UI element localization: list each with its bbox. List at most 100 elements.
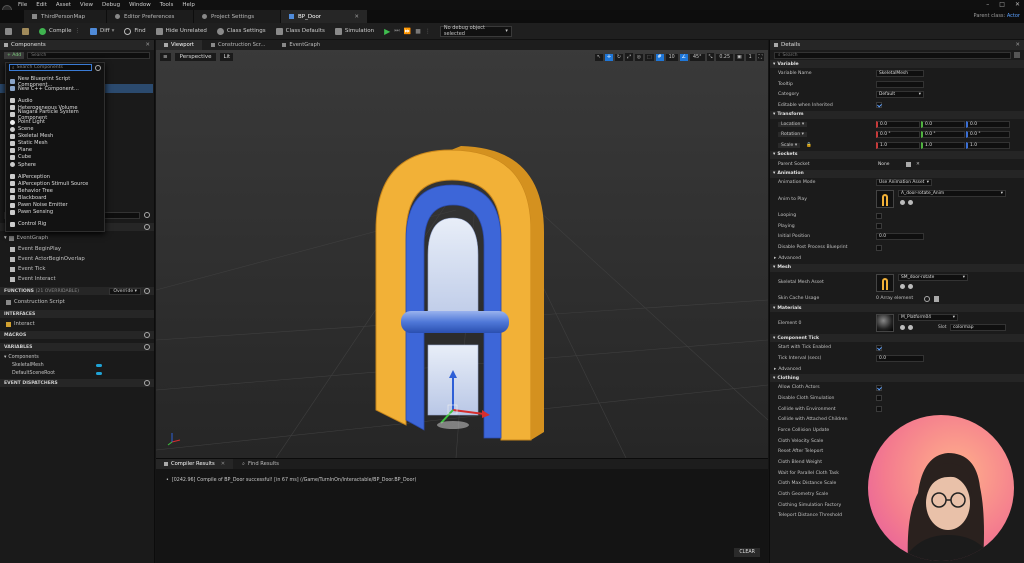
dropdown-item-new-blueprint[interactable]: New Blueprint Script Component...	[6, 76, 104, 88]
tab-compiler-results[interactable]: Compiler Results ✕	[156, 459, 234, 469]
scale-mode-icon[interactable]: ⤢	[624, 53, 633, 61]
event-item[interactable]: Event Tick	[0, 264, 45, 274]
diff-button[interactable]: Diff ▾	[85, 23, 119, 40]
tab-find-results[interactable]: ⌕ Find Results	[234, 459, 288, 469]
add-variable-icon[interactable]	[144, 344, 150, 350]
interfaces-section[interactable]: INTERFACES	[0, 310, 154, 318]
tab-project-settings[interactable]: Project Settings	[194, 10, 280, 23]
mesh-thumbnail[interactable]	[876, 273, 894, 292]
debug-object-select[interactable]: No debug object selected ▾	[439, 25, 512, 37]
event-item[interactable]: Event ActorBeginOverlap	[0, 254, 85, 264]
rotation-x[interactable]: 0.0 °	[876, 131, 920, 139]
dropdown-item-niagara[interactable]: Niagara Particle System Component	[6, 109, 104, 121]
simulation-button[interactable]: Simulation	[330, 23, 379, 40]
animation-advanced[interactable]: ▸ Advanced	[770, 253, 1024, 264]
animation-mode-select[interactable]: Use Animation Asset ▾	[876, 179, 932, 187]
angle-snap-value[interactable]: 45°	[689, 53, 705, 61]
looping-checkbox[interactable]	[876, 212, 882, 219]
dropdown-search-input[interactable]: ⌕ Search Components	[9, 64, 92, 71]
components-search-input[interactable]: Search	[27, 51, 150, 59]
disable-post-checkbox[interactable]	[876, 244, 882, 251]
variable-item[interactable]: DefaultSceneRoot	[0, 368, 154, 378]
surface-snap-icon[interactable]: ⬚	[644, 53, 654, 61]
location-z[interactable]: 0.0	[966, 120, 1010, 128]
angle-snap-toggle[interactable]: ∠	[679, 53, 688, 61]
browse-asset-icon[interactable]	[900, 325, 905, 331]
world-space-icon[interactable]: ◎	[634, 53, 643, 61]
location-x[interactable]: 0.0	[876, 120, 920, 128]
camera-speed-icon[interactable]: ▣	[735, 53, 744, 61]
add-element-icon[interactable]	[924, 295, 930, 302]
stop-icon[interactable]: ■	[415, 28, 421, 35]
camera-speed-value[interactable]: 1	[745, 53, 755, 61]
menu-help[interactable]: Help	[182, 2, 195, 8]
close-window-icon[interactable]: ✕	[1015, 1, 1020, 8]
browse-asset-icon[interactable]	[900, 200, 905, 206]
perspective-button[interactable]: Perspective	[174, 53, 217, 61]
category-transform[interactable]: ▾ Transform	[770, 110, 1024, 119]
clothing-checkbox[interactable]	[876, 395, 882, 402]
menu-window[interactable]: Window	[129, 2, 151, 8]
expand-icon[interactable]: ▾	[4, 235, 7, 241]
tooltip-input[interactable]	[876, 80, 924, 88]
dropdown-item-aiperception-stimuli[interactable]: AIPerception Stimuli Source	[6, 180, 104, 187]
dropdown-item-skeletal-mesh[interactable]: Skeletal Mesh	[6, 133, 104, 140]
use-asset-icon[interactable]	[908, 200, 913, 206]
compile-button[interactable]: Compile ⋮	[34, 23, 85, 40]
add-component-button[interactable]: + Add	[4, 51, 25, 59]
dropdown-item-static-mesh[interactable]: Static Mesh	[6, 140, 104, 147]
rotate-mode-icon[interactable]: ↻	[614, 53, 623, 61]
menu-debug[interactable]: Debug	[102, 2, 120, 8]
variable-name-input[interactable]: SkeletalMesh	[876, 69, 924, 77]
dropdown-item-pawn-sensing[interactable]: Pawn Sensing	[6, 209, 104, 216]
parent-class-link[interactable]: Actor	[1007, 13, 1020, 19]
play-options-icon[interactable]: ⋮	[425, 28, 431, 35]
dropdown-item-cube[interactable]: Cube	[6, 154, 104, 161]
dropdown-item-behavior-tree[interactable]: Behavior Tree	[6, 187, 104, 194]
browse-button[interactable]	[17, 23, 34, 40]
dropdown-item-blackboard[interactable]: Blackboard	[6, 194, 104, 201]
tab-bp-door[interactable]: BP_Door ✕	[281, 10, 367, 23]
menu-edit[interactable]: Edit	[36, 2, 47, 8]
location-y[interactable]: 0.0	[921, 120, 965, 128]
material-thumbnail[interactable]	[876, 314, 894, 333]
menu-asset[interactable]: Asset	[56, 2, 71, 8]
translate-mode-icon[interactable]: ✛	[604, 53, 613, 61]
find-button[interactable]: Find	[119, 23, 150, 40]
browse-asset-icon[interactable]	[900, 283, 905, 289]
grid-snap-value[interactable]: 10	[665, 53, 678, 61]
add-function-icon[interactable]	[144, 288, 150, 294]
override-select[interactable]: Override ▾	[109, 287, 141, 295]
playing-checkbox[interactable]	[876, 223, 882, 230]
menu-view[interactable]: View	[80, 2, 93, 8]
menu-file[interactable]: File	[18, 2, 27, 8]
category-variable[interactable]: ▾ Variable	[770, 60, 1024, 68]
tab-editor-preferences[interactable]: Editor Preferences	[107, 10, 193, 23]
scale-x[interactable]: 1.0	[876, 141, 920, 149]
use-asset-icon[interactable]	[908, 283, 913, 289]
maximize-viewport-icon[interactable]: ⛶	[756, 53, 764, 61]
location-select[interactable]: Location ▾	[778, 121, 808, 127]
minimize-icon[interactable]: –	[986, 1, 989, 8]
rotation-select[interactable]: Rotation ▾	[778, 132, 807, 138]
search-socket-icon[interactable]	[906, 161, 911, 167]
functions-section[interactable]: FUNCTIONS (21 OVERRIDABLE) Override ▾	[0, 287, 154, 295]
add-graph-icon[interactable]	[144, 224, 150, 230]
scale-z[interactable]: 1.0	[966, 141, 1010, 149]
save-button[interactable]	[0, 23, 17, 40]
trash-icon[interactable]	[934, 295, 939, 302]
scale-snap-toggle[interactable]: ⤡	[706, 53, 715, 61]
gear-icon[interactable]	[95, 64, 101, 71]
scale-select[interactable]: Scale ▾	[778, 142, 801, 148]
step-icon[interactable]: ⏭	[394, 27, 399, 35]
interface-item[interactable]: Interact	[0, 319, 35, 329]
dropdown-item-pawn-noise[interactable]: Pawn Noise Emitter	[6, 202, 104, 209]
select-mode-icon[interactable]: ↖	[594, 53, 603, 61]
close-tab-icon[interactable]: ✕	[221, 461, 225, 467]
rotation-y[interactable]: 0.0 °	[921, 131, 965, 139]
macros-section[interactable]: MACROS	[0, 331, 154, 339]
menu-tools[interactable]: Tools	[160, 2, 174, 8]
category-sockets[interactable]: ▾ Sockets	[770, 150, 1024, 159]
category-materials[interactable]: ▾ Materials	[770, 304, 1024, 313]
tick-advanced[interactable]: ▸ Advanced	[770, 364, 1024, 375]
